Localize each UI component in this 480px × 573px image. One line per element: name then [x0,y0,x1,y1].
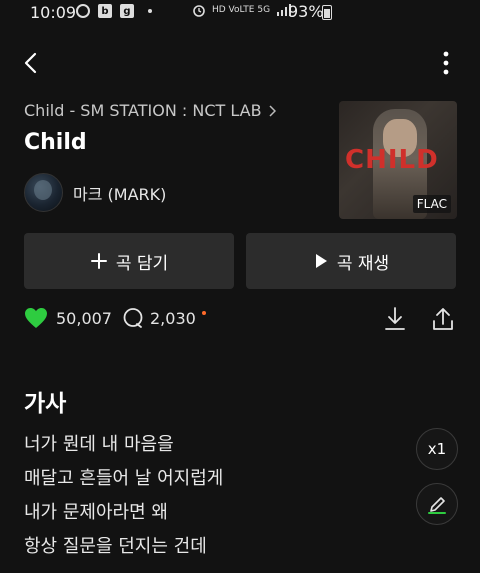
plus-icon [90,253,107,269]
status-bar: 10:09 b g HD VoLTE 5G 93% [0,0,480,26]
network-label: HD VoLTE 5G [212,5,271,15]
status-time: 10:09 [30,3,77,22]
alarm-icon [193,5,205,17]
like-count: 50,007 [56,308,112,328]
album-name: Child - SM STATION : NCT LAB [24,101,262,120]
download-icon [385,307,405,330]
artist-link[interactable]: 마크 (MARK) [24,173,166,212]
add-song-button[interactable]: 곡 담기 [24,233,234,289]
speed-label: x1 [427,440,447,458]
lyric-line: 너가 뭔데 내 마음을 [24,434,174,455]
g-app-icon: g [120,4,134,18]
lyrics-speed-button[interactable]: x1 [416,428,458,470]
download-button[interactable] [382,305,408,333]
artist-avatar [24,173,63,212]
highlighter-icon [428,497,446,514]
comment-icon [123,308,143,328]
ring-icon [76,4,90,18]
artist-name: 마크 (MARK) [73,184,167,204]
lyric-line: 내가 문제아라면 왜 [24,502,168,523]
lyric-line: 항상 질문을 던지는 건데 [24,536,207,557]
lyrics-heading: 가사 [24,391,67,417]
b-app-icon: b [98,4,112,18]
comment-count: 2,030 [150,308,196,328]
back-button[interactable] [18,48,44,78]
heart-icon [25,308,47,328]
lyric-line: 매달고 흔들어 날 어지럽게 [24,468,224,489]
new-comment-dot [201,311,206,315]
share-button[interactable] [430,305,456,333]
play-icon [315,254,327,268]
battery-percent: 93% [288,2,324,21]
flac-badge: FLAC [412,195,451,213]
chevron-right-icon [269,104,276,117]
album-link[interactable]: Child - SM STATION : NCT LAB [24,101,276,120]
like-button[interactable]: 50,007 [24,307,112,329]
highlight-button[interactable] [416,483,458,525]
comment-button[interactable]: 2,030 [122,307,206,329]
song-title: Child [24,130,87,155]
play-song-label: 곡 재생 [336,253,390,274]
album-cover[interactable]: CHILD FLAC [339,101,457,219]
more-options-button[interactable] [436,48,456,78]
dot-icon [148,9,152,13]
lyrics-list[interactable]: 너가 뭔데 내 마음을 매달고 흔들어 날 어지럽게 내가 문제아라면 왜 항상… [24,432,223,568]
add-song-label: 곡 담기 [115,253,169,274]
share-icon [433,308,453,330]
chevron-left-icon [24,52,37,74]
more-vertical-icon [443,51,449,75]
play-song-button[interactable]: 곡 재생 [246,233,456,289]
cover-title: CHILD [345,145,439,175]
battery-icon [322,5,332,20]
